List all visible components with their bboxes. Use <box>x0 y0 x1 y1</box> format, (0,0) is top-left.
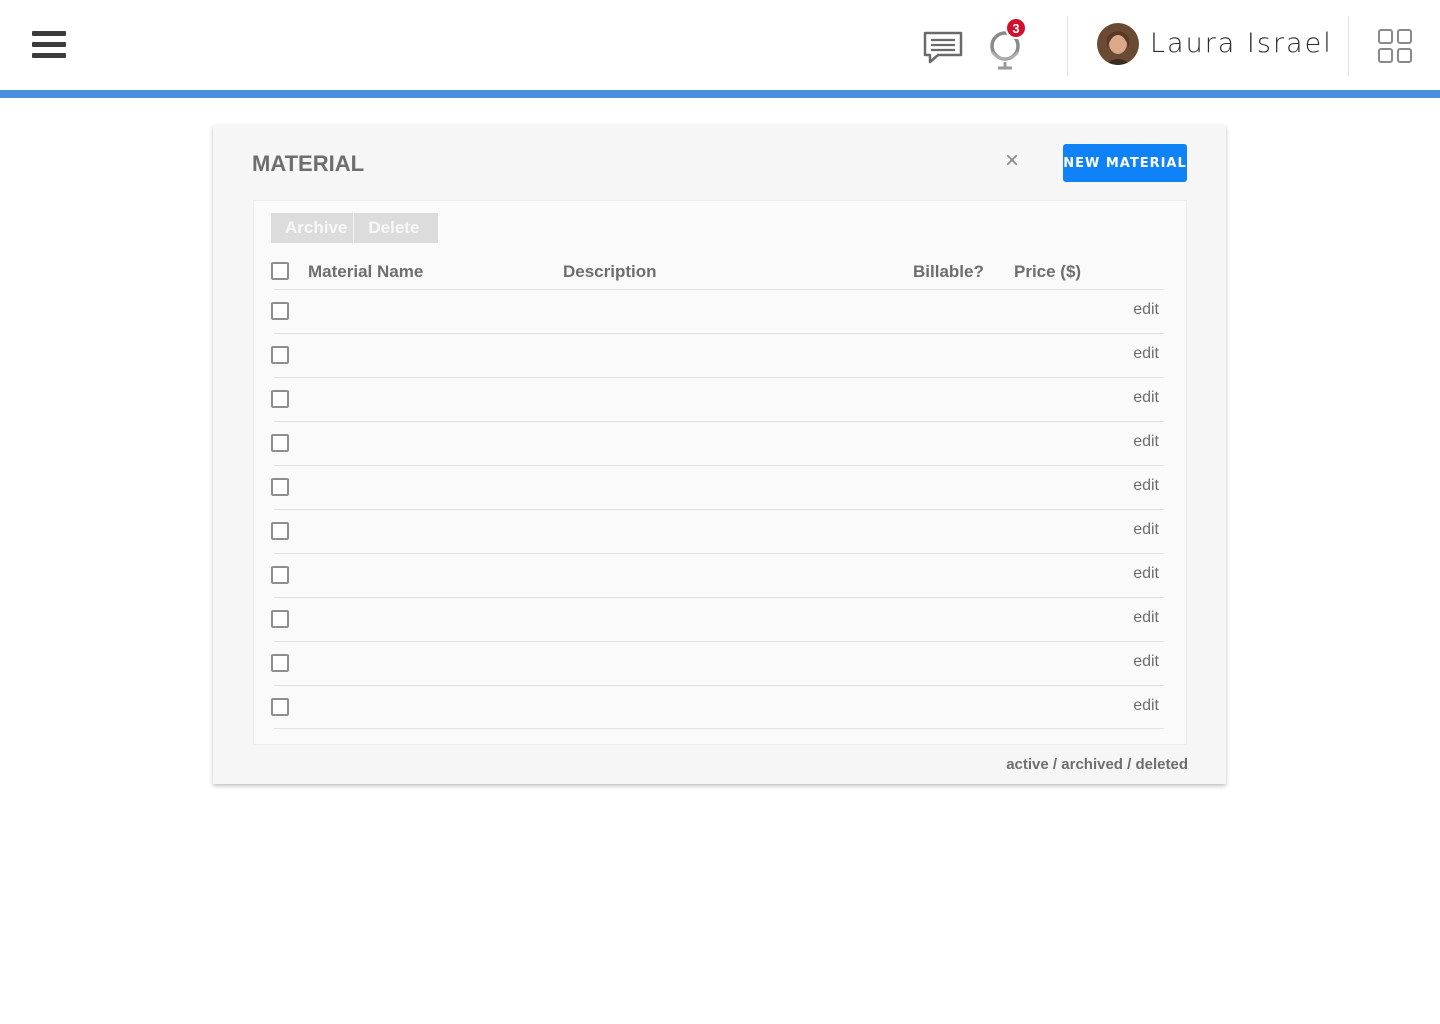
table-row: edit <box>271 641 1164 685</box>
filter-separator: / <box>1122 756 1136 773</box>
new-material-button[interactable]: NEW MATERIAL <box>1063 144 1187 182</box>
filter-active-link[interactable]: active <box>1006 756 1049 773</box>
row-checkbox[interactable] <box>271 522 289 540</box>
edit-link[interactable]: edit <box>1133 565 1159 583</box>
column-header-billable[interactable]: Billable? <box>913 262 984 282</box>
row-checkbox[interactable] <box>271 566 289 584</box>
close-icon[interactable]: × <box>1005 147 1019 175</box>
table-row: edit <box>271 465 1164 509</box>
edit-link[interactable]: edit <box>1133 477 1159 495</box>
avatar-image <box>1097 23 1139 65</box>
edit-link[interactable]: edit <box>1133 301 1159 319</box>
notification-badge: 3 <box>1005 17 1027 39</box>
avatar[interactable] <box>1097 23 1139 65</box>
edit-link[interactable]: edit <box>1133 389 1159 407</box>
edit-link[interactable]: edit <box>1133 345 1159 363</box>
edit-link[interactable]: edit <box>1133 653 1159 671</box>
bulk-actions: Archive Delete <box>271 213 438 243</box>
table-row: edit <box>271 289 1164 333</box>
row-checkbox[interactable] <box>271 478 289 496</box>
chat-icon[interactable] <box>922 30 964 66</box>
table-row: edit <box>271 685 1164 729</box>
page-title: MATERIAL <box>252 151 365 176</box>
header-divider <box>1348 16 1349 76</box>
row-checkbox[interactable] <box>271 698 289 716</box>
user-name[interactable]: Laura Israel <box>1150 28 1333 59</box>
materials-table: Archive Delete Material Name Description… <box>253 200 1187 745</box>
archive-button[interactable]: Archive <box>271 213 353 243</box>
filter-archived-link[interactable]: archived <box>1061 756 1123 773</box>
row-checkbox[interactable] <box>271 390 289 408</box>
hamburger-menu-icon[interactable] <box>32 31 66 59</box>
filter-separator: / <box>1048 756 1062 773</box>
table-row: edit <box>271 553 1164 597</box>
row-checkbox[interactable] <box>271 434 289 452</box>
filter-deleted-link[interactable]: deleted <box>1135 756 1188 773</box>
delete-button[interactable]: Delete <box>353 213 425 243</box>
column-header-price[interactable]: Price ($) <box>1014 262 1081 282</box>
row-checkbox[interactable] <box>271 654 289 672</box>
apps-grid-icon[interactable] <box>1377 28 1413 64</box>
row-checkbox[interactable] <box>271 302 289 320</box>
table-row: edit <box>271 333 1164 377</box>
status-filter: active / archived / deleted <box>1006 756 1188 773</box>
column-header-description[interactable]: Description <box>563 262 657 282</box>
accent-bar <box>0 90 1440 98</box>
edit-link[interactable]: edit <box>1133 609 1159 627</box>
row-checkbox[interactable] <box>271 346 289 364</box>
table-row: edit <box>271 597 1164 641</box>
header-divider <box>1067 16 1068 76</box>
select-all-checkbox[interactable] <box>271 262 289 280</box>
edit-link[interactable]: edit <box>1133 521 1159 539</box>
table-row: edit <box>271 509 1164 553</box>
column-header-material-name[interactable]: Material Name <box>308 262 423 282</box>
top-bar: 3 Laura Israel <box>0 0 1440 90</box>
table-row: edit <box>271 421 1164 465</box>
edit-link[interactable]: edit <box>1133 433 1159 451</box>
edit-link[interactable]: edit <box>1133 697 1159 715</box>
material-panel: MATERIAL × NEW MATERIAL Archive Delete M… <box>213 125 1226 784</box>
row-checkbox[interactable] <box>271 610 289 628</box>
table-row: edit <box>271 377 1164 421</box>
